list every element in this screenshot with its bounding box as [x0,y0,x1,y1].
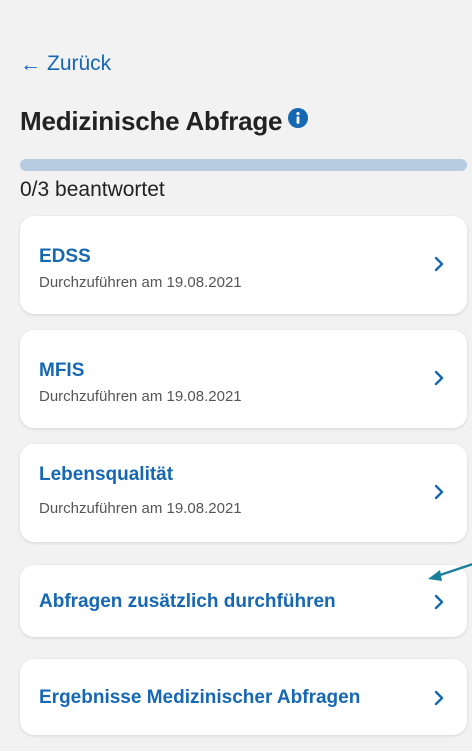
back-label: Zurück [47,52,112,75]
questionnaire-due-date: Durchzuführen am 19.08.2021 [39,500,242,517]
info-icon[interactable] [288,107,309,128]
questionnaire-title: Lebensqualität [39,464,174,485]
questionnaire-card-mfis[interactable]: MFIS Durchzuführen am 19.08.2021 [20,330,467,428]
questionnaire-card-edss[interactable]: EDSS Durchzuführen am 19.08.2021 [20,216,467,314]
questionnaire-title: MFIS [39,360,85,381]
page-title: Medizinische Abfrage [20,106,283,136]
chevron-right-icon [434,484,444,500]
annotation-arrow-icon [428,563,472,581]
results-label: Ergebnisse Medizinischer Abfragen [39,687,361,708]
chevron-right-icon [434,256,444,272]
questionnaire-due-date: Durchzuführen am 19.08.2021 [39,388,242,405]
screen: ← Zurück Medizinische Abfrage 0/3 beantw… [0,0,472,751]
chevron-right-icon [434,594,444,610]
questionnaire-due-date: Durchzuführen am 19.08.2021 [39,274,242,291]
questionnaire-card-lebensqualitaet[interactable]: Lebensqualität Durchzuführen am 19.08.20… [20,444,467,542]
back-button[interactable]: ← Zurück [20,52,111,76]
chevron-right-icon [434,690,444,706]
progress-bar [20,159,467,171]
title-row: Medizinische Abfrage [20,106,309,137]
additional-queries-label: Abfragen zusätzlich durchführen [39,591,336,612]
additional-queries-button[interactable]: Abfragen zusätzlich durchführen [20,565,467,637]
questionnaire-title: EDSS [39,246,91,267]
results-button[interactable]: Ergebnisse Medizinischer Abfragen [20,659,467,735]
arrow-left-icon: ← [20,52,41,76]
progress-label: 0/3 beantwortet [20,178,165,201]
chevron-right-icon [434,370,444,386]
